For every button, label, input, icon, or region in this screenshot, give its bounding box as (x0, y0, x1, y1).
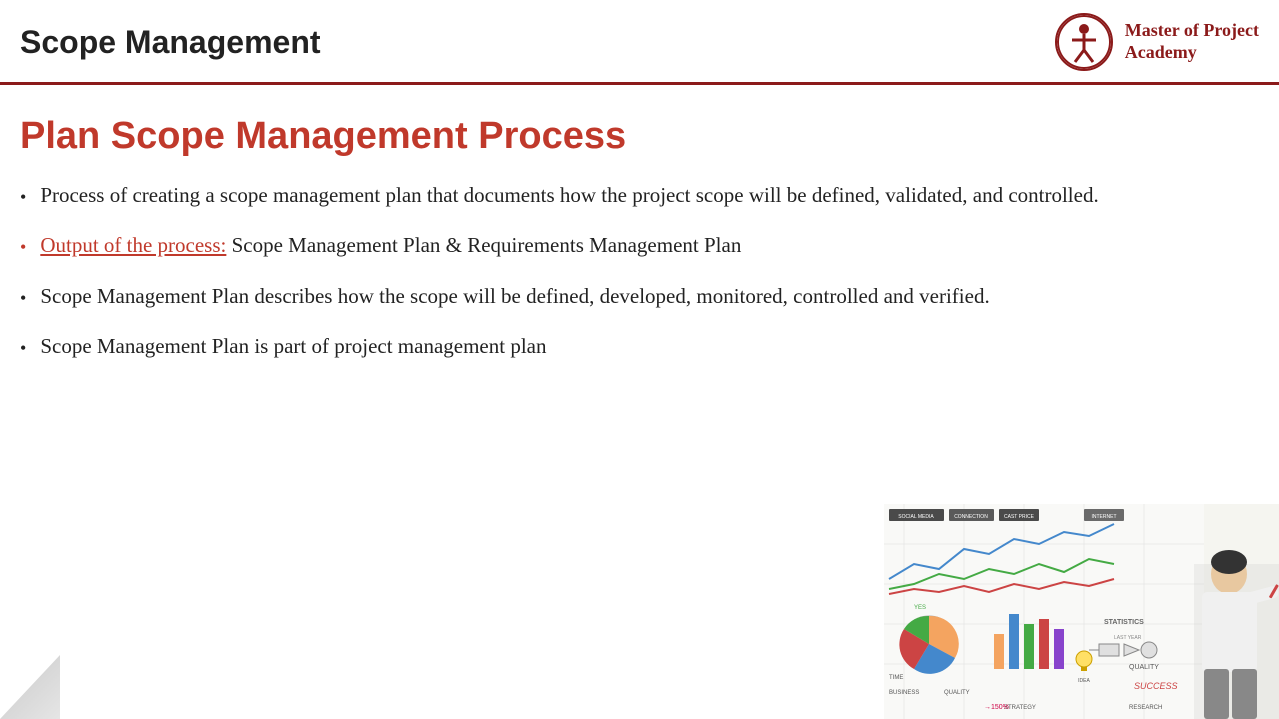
bullet-item-2: • Output of the process: Scope Managemen… (20, 230, 1239, 260)
svg-text:RESEARCH: RESEARCH (1129, 705, 1162, 711)
bullet-item-3: • Scope Management Plan describes how th… (20, 281, 1239, 311)
bullet-link-2[interactable]: Output of the process: (40, 233, 226, 257)
whiteboard-image-area: SOCIAL MEDIA CONNECTION CAST PRICE INTER… (884, 504, 1279, 719)
whiteboard-image: SOCIAL MEDIA CONNECTION CAST PRICE INTER… (884, 504, 1279, 719)
bullet-item-1: • Process of creating a scope management… (20, 180, 1239, 210)
logo-icon (1055, 13, 1113, 71)
svg-text:STATISTICS: STATISTICS (1104, 619, 1144, 626)
svg-text:YES: YES (914, 605, 926, 611)
svg-text:QUALITY: QUALITY (944, 690, 970, 696)
svg-text:IDEA: IDEA (1078, 678, 1090, 684)
svg-text:TIME: TIME (889, 675, 903, 681)
bullet-list: • Process of creating a scope management… (20, 180, 1239, 362)
svg-text:SOCIAL MEDIA: SOCIAL MEDIA (898, 514, 934, 520)
logo-area: Master of Project Academy (1055, 13, 1259, 71)
bullet-item-4: • Scope Management Plan is part of proje… (20, 331, 1239, 361)
svg-text:QUALITY: QUALITY (1129, 664, 1159, 671)
svg-text:BUSINESS: BUSINESS (889, 690, 919, 696)
bullet-marker-2: • (20, 234, 26, 260)
bullet-text-4: Scope Management Plan is part of project… (40, 331, 546, 361)
page-title: Scope Management (20, 24, 321, 61)
svg-text:INTERNET: INTERNET (1092, 514, 1117, 520)
header: Scope Management Master of Project Acade… (0, 0, 1279, 85)
svg-text:→150%: →150% (984, 704, 1009, 711)
logo-text: Master of Project Academy (1125, 20, 1259, 63)
bullet-marker-3: • (20, 285, 26, 311)
svg-text:LAST YEAR: LAST YEAR (1114, 635, 1142, 641)
bullet-text-2: Output of the process: Scope Management … (40, 230, 741, 260)
bullet-text-3: Scope Management Plan describes how the … (40, 281, 989, 311)
main-content: Plan Scope Management Process • Process … (0, 85, 1279, 719)
svg-text:SUCCESS: SUCCESS (1134, 681, 1178, 691)
bullet-text-1: Process of creating a scope management p… (40, 180, 1098, 210)
svg-text:CAST PRICE: CAST PRICE (1004, 514, 1035, 520)
svg-text:CONNECTION: CONNECTION (954, 514, 988, 520)
slide-title: Plan Scope Management Process (20, 115, 1239, 158)
whiteboard-scene-svg: SOCIAL MEDIA CONNECTION CAST PRICE INTER… (884, 504, 1279, 719)
logo-svg (1057, 15, 1111, 69)
bullet-marker-4: • (20, 335, 26, 361)
bullet-marker-1: • (20, 184, 26, 210)
